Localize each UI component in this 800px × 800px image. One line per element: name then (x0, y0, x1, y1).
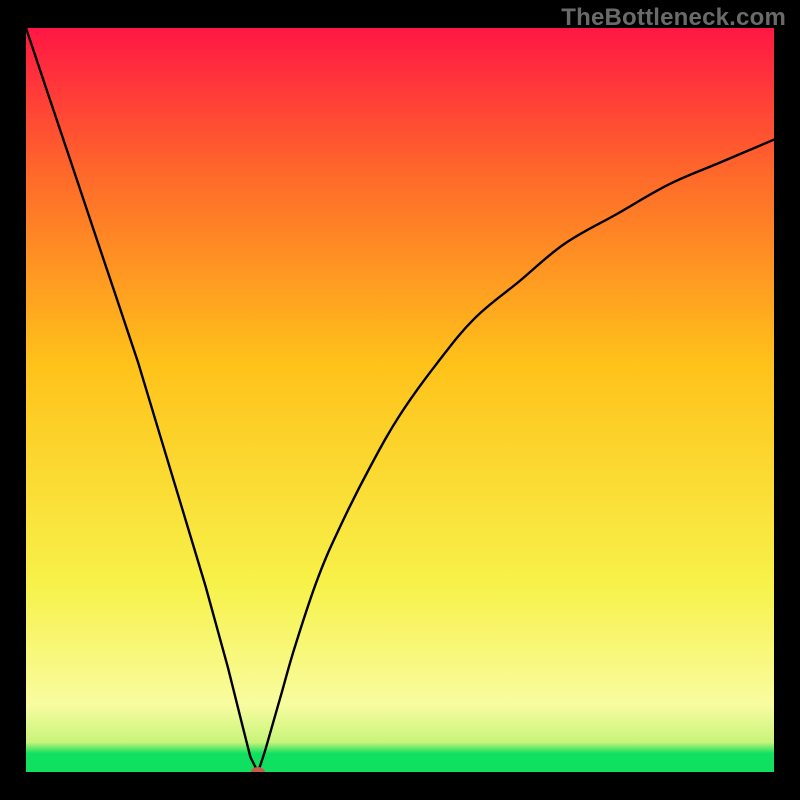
plot-area (26, 28, 774, 772)
chart-frame: TheBottleneck.com (0, 0, 800, 800)
gradient-background (26, 28, 774, 772)
chart-svg (26, 28, 774, 772)
